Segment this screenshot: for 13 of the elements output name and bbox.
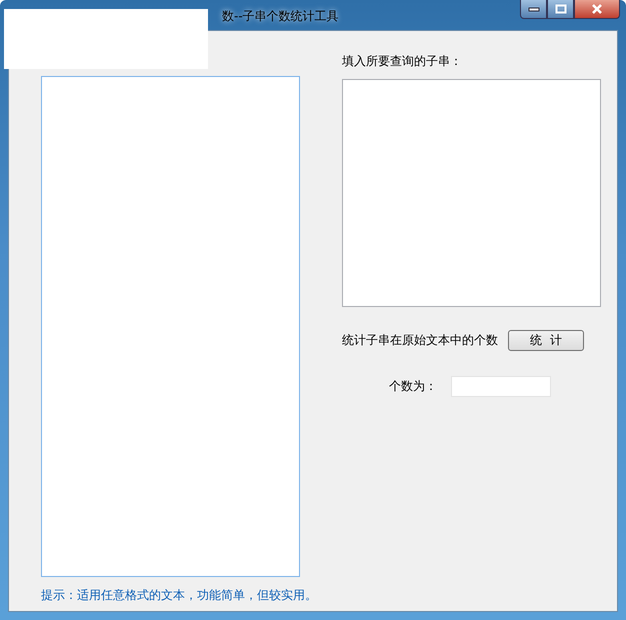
maximize-icon: [554, 4, 566, 14]
minimize-icon: [528, 6, 540, 12]
window-title: 数--子串个数统计工具: [222, 8, 339, 25]
maximize-button[interactable]: [547, 0, 574, 19]
count-button[interactable]: 统 计: [508, 330, 584, 351]
minimize-button[interactable]: [520, 0, 547, 19]
hint-text: 提示：适用任意格式的文本，功能简单，但较实用。: [41, 587, 318, 604]
close-icon: [591, 4, 603, 14]
result-field[interactable]: [451, 376, 551, 397]
query-label: 填入所要查询的子串：: [342, 53, 463, 70]
count-label: 统计子串在原始文本中的个数: [342, 332, 498, 349]
close-button[interactable]: [574, 0, 620, 19]
result-label: 个数为：: [389, 378, 437, 395]
